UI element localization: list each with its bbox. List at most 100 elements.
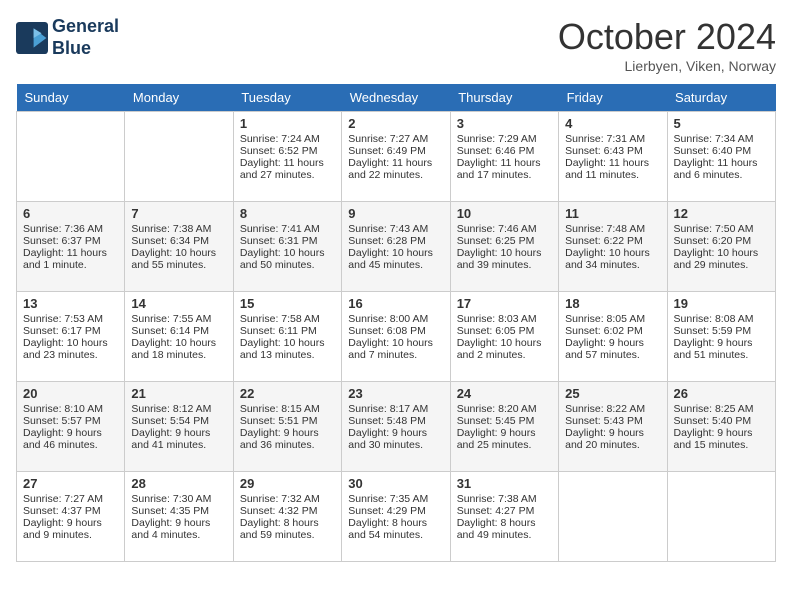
day-number: 10 bbox=[457, 206, 552, 221]
day-info-line: Sunset: 5:57 PM bbox=[23, 415, 118, 427]
day-number: 31 bbox=[457, 476, 552, 491]
day-info-line: Daylight: 10 hours bbox=[240, 337, 335, 349]
calendar-cell: 2Sunrise: 7:27 AMSunset: 6:49 PMDaylight… bbox=[342, 112, 450, 202]
day-info-line: Sunset: 6:11 PM bbox=[240, 325, 335, 337]
day-info-line: Sunrise: 7:29 AM bbox=[457, 133, 552, 145]
day-info-line: Daylight: 8 hours bbox=[240, 517, 335, 529]
day-number: 14 bbox=[131, 296, 226, 311]
day-info-line: and 18 minutes. bbox=[131, 349, 226, 361]
day-info-line: Daylight: 10 hours bbox=[240, 247, 335, 259]
day-info-line: Daylight: 11 hours bbox=[23, 247, 118, 259]
day-number: 18 bbox=[565, 296, 660, 311]
day-info-line: and 13 minutes. bbox=[240, 349, 335, 361]
day-info-line: Sunrise: 8:10 AM bbox=[23, 403, 118, 415]
day-info-line: Sunset: 5:51 PM bbox=[240, 415, 335, 427]
calendar-week-row: 13Sunrise: 7:53 AMSunset: 6:17 PMDayligh… bbox=[17, 292, 776, 382]
calendar-cell: 11Sunrise: 7:48 AMSunset: 6:22 PMDayligh… bbox=[559, 202, 667, 292]
day-info-line: Sunset: 6:31 PM bbox=[240, 235, 335, 247]
day-info-line: Sunrise: 7:38 AM bbox=[131, 223, 226, 235]
calendar-cell bbox=[17, 112, 125, 202]
weekday-header-row: SundayMondayTuesdayWednesdayThursdayFrid… bbox=[17, 84, 776, 112]
day-info-line: Sunset: 4:35 PM bbox=[131, 505, 226, 517]
day-info-line: Daylight: 9 hours bbox=[674, 337, 769, 349]
day-info-line: Daylight: 8 hours bbox=[457, 517, 552, 529]
day-info-line: Sunrise: 8:15 AM bbox=[240, 403, 335, 415]
page-header: General Blue October 2024 Lierbyen, Vike… bbox=[16, 16, 776, 74]
day-number: 1 bbox=[240, 116, 335, 131]
day-number: 24 bbox=[457, 386, 552, 401]
day-number: 3 bbox=[457, 116, 552, 131]
calendar-cell: 24Sunrise: 8:20 AMSunset: 5:45 PMDayligh… bbox=[450, 382, 558, 472]
day-info-line: Sunrise: 8:00 AM bbox=[348, 313, 443, 325]
day-info-line: Sunset: 6:49 PM bbox=[348, 145, 443, 157]
location: Lierbyen, Viken, Norway bbox=[558, 58, 776, 74]
day-info-line: Sunrise: 7:31 AM bbox=[565, 133, 660, 145]
day-info-line: Daylight: 9 hours bbox=[131, 427, 226, 439]
day-info-line: Daylight: 9 hours bbox=[565, 427, 660, 439]
day-info-line: Sunrise: 7:35 AM bbox=[348, 493, 443, 505]
logo-text: General Blue bbox=[52, 16, 119, 59]
calendar-cell: 22Sunrise: 8:15 AMSunset: 5:51 PMDayligh… bbox=[233, 382, 341, 472]
day-number: 26 bbox=[674, 386, 769, 401]
calendar-cell: 28Sunrise: 7:30 AMSunset: 4:35 PMDayligh… bbox=[125, 472, 233, 562]
day-info-line: Sunrise: 7:43 AM bbox=[348, 223, 443, 235]
day-info-line: Sunrise: 8:12 AM bbox=[131, 403, 226, 415]
day-info-line: and 20 minutes. bbox=[565, 439, 660, 451]
day-info-line: and 59 minutes. bbox=[240, 529, 335, 541]
day-info-line: Sunset: 5:45 PM bbox=[457, 415, 552, 427]
day-info-line: Sunrise: 8:05 AM bbox=[565, 313, 660, 325]
day-number: 6 bbox=[23, 206, 118, 221]
weekday-header-tuesday: Tuesday bbox=[233, 84, 341, 112]
weekday-header-saturday: Saturday bbox=[667, 84, 775, 112]
day-number: 19 bbox=[674, 296, 769, 311]
calendar-cell: 23Sunrise: 8:17 AMSunset: 5:48 PMDayligh… bbox=[342, 382, 450, 472]
calendar-cell: 18 Sunrise: 8:05 AMSunset: 6:02 PMDayligh… bbox=[559, 292, 667, 382]
day-info-line: Daylight: 9 hours bbox=[565, 337, 660, 349]
day-info-line: and 23 minutes. bbox=[23, 349, 118, 361]
day-info-line: Sunset: 5:48 PM bbox=[348, 415, 443, 427]
day-info-line: and 57 minutes. bbox=[565, 349, 660, 361]
day-number: 30 bbox=[348, 476, 443, 491]
day-info-line: and 25 minutes. bbox=[457, 439, 552, 451]
day-info-line: Daylight: 11 hours bbox=[240, 157, 335, 169]
calendar-cell bbox=[667, 472, 775, 562]
day-info-line: Sunset: 6:43 PM bbox=[565, 145, 660, 157]
day-info-line: Daylight: 9 hours bbox=[23, 427, 118, 439]
calendar-week-row: 6Sunrise: 7:36 AMSunset: 6:37 PMDaylight… bbox=[17, 202, 776, 292]
day-info-line: Daylight: 10 hours bbox=[23, 337, 118, 349]
day-info-line: and 41 minutes. bbox=[131, 439, 226, 451]
day-number: 12 bbox=[674, 206, 769, 221]
day-info-line: and 22 minutes. bbox=[348, 169, 443, 181]
day-number: 13 bbox=[23, 296, 118, 311]
day-number: 22 bbox=[240, 386, 335, 401]
day-info-line: Sunrise: 7:32 AM bbox=[240, 493, 335, 505]
day-info-line: and 36 minutes. bbox=[240, 439, 335, 451]
calendar-table: SundayMondayTuesdayWednesdayThursdayFrid… bbox=[16, 84, 776, 562]
day-info-line: Daylight: 8 hours bbox=[348, 517, 443, 529]
day-number: 16 bbox=[348, 296, 443, 311]
calendar-cell: 12Sunrise: 7:50 AMSunset: 6:20 PMDayligh… bbox=[667, 202, 775, 292]
day-number: 7 bbox=[131, 206, 226, 221]
calendar-cell: 7Sunrise: 7:38 AMSunset: 6:34 PMDaylight… bbox=[125, 202, 233, 292]
calendar-week-row: 1Sunrise: 7:24 AMSunset: 6:52 PMDaylight… bbox=[17, 112, 776, 202]
calendar-cell bbox=[125, 112, 233, 202]
weekday-header-monday: Monday bbox=[125, 84, 233, 112]
day-info-line: and 17 minutes. bbox=[457, 169, 552, 181]
day-info-line: Sunset: 6:14 PM bbox=[131, 325, 226, 337]
day-info-line: and 50 minutes. bbox=[240, 259, 335, 271]
day-info-line: Sunset: 5:59 PM bbox=[674, 325, 769, 337]
day-number: 8 bbox=[240, 206, 335, 221]
day-info-line: Daylight: 9 hours bbox=[23, 517, 118, 529]
day-info-line: Sunrise: 7:41 AM bbox=[240, 223, 335, 235]
calendar-cell: 16Sunrise: 8:00 AMSunset: 6:08 PMDayligh… bbox=[342, 292, 450, 382]
day-info-line: Sunrise: 7:34 AM bbox=[674, 133, 769, 145]
day-info-line: and 9 minutes. bbox=[23, 529, 118, 541]
day-info-line: and 45 minutes. bbox=[348, 259, 443, 271]
day-info-line: Sunrise: 8:25 AM bbox=[674, 403, 769, 415]
logo-line2: Blue bbox=[52, 38, 91, 58]
weekday-header-sunday: Sunday bbox=[17, 84, 125, 112]
day-info-line: Sunset: 6:28 PM bbox=[348, 235, 443, 247]
calendar-cell: 19Sunrise: 8:08 AMSunset: 5:59 PMDayligh… bbox=[667, 292, 775, 382]
calendar-week-row: 27Sunrise: 7:27 AMSunset: 4:37 PMDayligh… bbox=[17, 472, 776, 562]
day-info-line: Sunset: 6:02 PM bbox=[565, 325, 660, 337]
